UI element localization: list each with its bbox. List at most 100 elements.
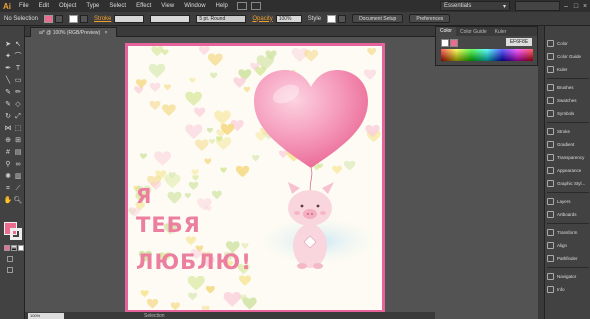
menu-help[interactable]: Help (211, 3, 233, 9)
panel-swatches[interactable]: Swatches (545, 95, 590, 105)
slice-tool-icon[interactable]: ⟋ (13, 184, 23, 193)
type-tool-icon[interactable]: T (13, 64, 23, 73)
help-search-input[interactable] (515, 1, 560, 11)
column-graph-tool-icon[interactable]: ▥ (13, 172, 23, 181)
stroke-weight-field[interactable] (114, 14, 145, 23)
panel-align[interactable]: Align (545, 240, 590, 250)
screen-mode-icon[interactable] (7, 267, 13, 273)
current-fill-swatch[interactable] (450, 39, 458, 47)
opacity-link[interactable]: Opacity (252, 16, 272, 22)
lasso-tool-icon[interactable]: ⌒ (13, 52, 23, 61)
background-heart (332, 165, 342, 174)
menu-edit[interactable]: Edit (34, 3, 54, 9)
none-swatch-icon[interactable] (441, 39, 449, 47)
panel-transparency[interactable]: Transparency (545, 152, 590, 162)
panel-kuler[interactable]: Kuler (545, 64, 590, 74)
none-mode-icon[interactable] (18, 245, 24, 251)
symbol-sprayer-tool-icon[interactable]: ✺ (3, 172, 13, 181)
arrange-documents-icon[interactable] (250, 2, 261, 10)
panel-graphic-styles[interactable]: Graphic Styl... (545, 178, 590, 188)
gradient-mode-icon[interactable] (11, 245, 17, 251)
panel-brushes[interactable]: Brushes (545, 82, 590, 92)
scale-tool-icon[interactable]: ⤢ (13, 112, 23, 121)
hex-input[interactable]: EF6F8E (506, 38, 532, 46)
rectangle-tool-icon[interactable]: ▭ (13, 76, 23, 85)
zoom-tool-icon[interactable]: 🔍︎ (13, 196, 23, 205)
eraser-tool-icon[interactable]: ◇ (13, 100, 23, 109)
panel-pathfinder[interactable]: Pathfinder (545, 253, 590, 263)
mesh-tool-icon[interactable]: # (3, 148, 13, 157)
hand-tool-icon[interactable]: ✋ (3, 196, 13, 205)
free-transform-tool-icon[interactable]: ⬚ (13, 124, 23, 133)
gradient-tool-icon[interactable]: ▤ (13, 148, 23, 157)
graphic-style-swatch[interactable] (327, 14, 337, 23)
shape-builder-tool-icon[interactable]: ⊕ (3, 136, 13, 145)
stroke-dropdown[interactable] (80, 14, 89, 23)
artboard-tool-icon[interactable]: ⌗ (3, 184, 13, 193)
tab-kuler[interactable]: Kuler (491, 29, 511, 35)
opacity-field[interactable]: 100% (275, 14, 302, 23)
artboard[interactable]: Я ТЕБЯ ЛЮБЛЮ! (125, 43, 385, 313)
canvas[interactable]: Я ТЕБЯ ЛЮБЛЮ! (25, 37, 435, 319)
pencil-tool-icon[interactable]: ✏ (13, 88, 23, 97)
menu-object[interactable]: Object (54, 3, 81, 9)
panel-layers[interactable]: Layers (545, 196, 590, 206)
artwork-text-line3: ЛЮБЛЮ! (136, 250, 252, 274)
panel-gradient[interactable]: Gradient (545, 139, 590, 149)
document-setup-button[interactable]: Document Setup (352, 14, 404, 23)
selection-tool-icon[interactable]: ➤ (3, 40, 13, 49)
line-tool-icon[interactable]: ╲ (3, 76, 13, 85)
fill-swatch[interactable] (44, 14, 54, 23)
minimize-icon[interactable]: – (561, 0, 571, 12)
background-heart (148, 63, 166, 78)
background-heart (207, 53, 223, 67)
panel-symbols[interactable]: Symbols (545, 108, 590, 118)
paintbrush-tool-icon[interactable]: ✎ (3, 88, 13, 97)
panel-color-guide[interactable]: Color Guide (545, 51, 590, 61)
blend-tool-icon[interactable]: ∞ (13, 160, 23, 169)
menu-window[interactable]: Window (179, 3, 210, 9)
stroke-swatch[interactable] (69, 14, 79, 23)
stroke-color-box[interactable] (10, 228, 22, 240)
preferences-button[interactable]: Preferences (409, 14, 451, 23)
perspective-grid-tool-icon[interactable]: ⊞ (13, 136, 23, 145)
brush-definition-field[interactable]: 5 pt. Round (196, 14, 247, 23)
blob-brush-tool-icon[interactable]: ✎ (3, 100, 13, 109)
document-tab[interactable]: ai* @ 100% (RGB/Preview) × (30, 27, 117, 37)
zoom-level-field[interactable]: 100% (28, 312, 64, 319)
fill-dropdown[interactable] (55, 14, 64, 23)
bridge-icon[interactable] (236, 2, 247, 10)
tab-color-guide[interactable]: Color Guide (456, 29, 491, 35)
direct-selection-tool-icon[interactable]: ↖ (13, 40, 23, 49)
pen-tool-icon[interactable]: ✒ (3, 64, 13, 73)
close-icon[interactable]: × (105, 30, 108, 36)
appearance-icon (547, 166, 554, 174)
tab-color[interactable]: Color (436, 27, 456, 36)
panel-transform[interactable]: Transform (545, 227, 590, 237)
menu-select[interactable]: Select (104, 3, 131, 9)
variable-width-field[interactable] (150, 14, 191, 23)
panel-stroke[interactable]: Stroke (545, 126, 590, 136)
panel-appearance[interactable]: Appearance (545, 165, 590, 175)
draw-normal-icon[interactable] (7, 256, 13, 262)
color-spectrum[interactable] (441, 49, 533, 61)
menu-view[interactable]: View (156, 3, 179, 9)
close-icon[interactable]: × (580, 0, 590, 12)
panel-info[interactable]: Info (545, 284, 590, 294)
eyedropper-tool-icon[interactable]: ⚲ (3, 160, 13, 169)
color-mode-icon[interactable] (4, 245, 10, 251)
stroke-link[interactable]: Stroke (94, 16, 111, 22)
menu-type[interactable]: Type (81, 3, 104, 9)
color-icon (547, 39, 554, 47)
panel-artboards[interactable]: Artboards (545, 209, 590, 219)
magic-wand-tool-icon[interactable]: ✦ (3, 52, 13, 61)
document-tabs: ai* @ 100% (RGB/Preview) × (25, 26, 435, 37)
graphic-style-dropdown[interactable] (338, 14, 347, 23)
menu-effect[interactable]: Effect (131, 3, 156, 9)
width-tool-icon[interactable]: ⋈ (3, 124, 13, 133)
panel-color[interactable]: Color (545, 38, 590, 48)
rotate-tool-icon[interactable]: ↻ (3, 112, 13, 121)
workspace-switcher[interactable]: Essentials ▾ (440, 1, 510, 11)
menu-file[interactable]: File (14, 3, 34, 9)
panel-navigator[interactable]: Navigator (545, 271, 590, 281)
